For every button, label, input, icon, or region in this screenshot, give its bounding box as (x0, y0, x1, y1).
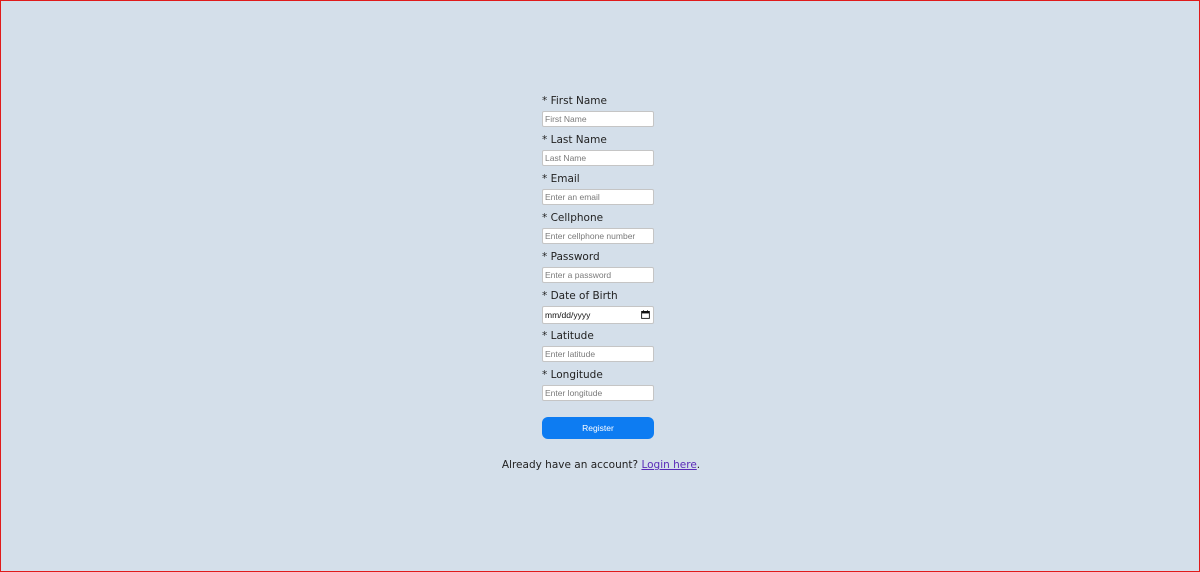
password-group: * Password (541, 250, 655, 289)
latitude-input[interactable] (542, 346, 654, 362)
page-frame: * First Name * Last Name * Email * Cellp… (0, 0, 1200, 572)
first-name-input[interactable] (542, 111, 654, 127)
longitude-group: * Longitude (541, 368, 655, 407)
date-of-birth-value: mm/dd/yyyy (545, 310, 591, 320)
registration-form: * First Name * Last Name * Email * Cellp… (541, 94, 655, 439)
calendar-icon[interactable] (641, 310, 650, 319)
last-name-group: * Last Name (541, 133, 655, 172)
cellphone-label: * Cellphone (542, 212, 604, 224)
email-label: * Email (542, 173, 580, 185)
register-button[interactable]: Register (542, 417, 654, 439)
first-name-label: * First Name (542, 95, 607, 107)
email-group: * Email (541, 172, 655, 211)
login-link[interactable]: Login here (641, 459, 696, 471)
login-prompt-suffix: . (696, 459, 701, 471)
last-name-input[interactable] (542, 150, 654, 166)
login-prompt-text: Already have an account? (501, 459, 639, 471)
email-input[interactable] (542, 189, 654, 205)
cellphone-input[interactable] (542, 228, 654, 244)
cellphone-group: * Cellphone (541, 211, 655, 250)
first-name-group: * First Name (541, 94, 655, 133)
password-input[interactable] (542, 267, 654, 283)
latitude-group: * Latitude (541, 329, 655, 368)
last-name-label: * Last Name (542, 134, 607, 146)
latitude-label: * Latitude (542, 330, 594, 342)
date-of-birth-input[interactable]: mm/dd/yyyy (542, 306, 654, 324)
login-prompt: Already have an account? Login here. (1, 459, 1200, 471)
date-of-birth-group: * Date of Birth mm/dd/yyyy (541, 289, 655, 329)
longitude-input[interactable] (542, 385, 654, 401)
date-of-birth-label: * Date of Birth (542, 290, 618, 302)
password-label: * Password (542, 251, 600, 263)
longitude-label: * Longitude (542, 369, 603, 381)
